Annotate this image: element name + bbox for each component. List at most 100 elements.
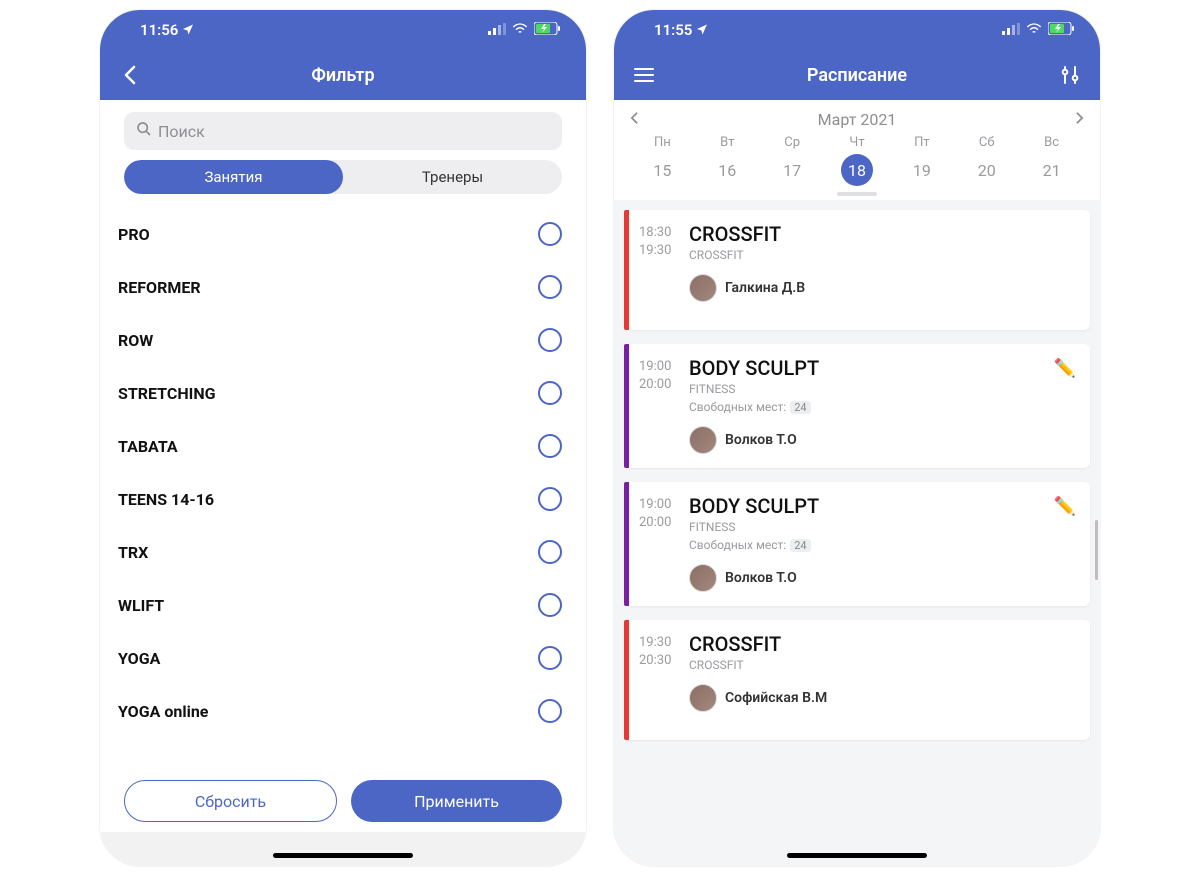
calendar-handle[interactable] bbox=[837, 192, 877, 196]
filter-item[interactable]: TRX bbox=[116, 526, 570, 579]
battery-icon bbox=[534, 21, 560, 39]
calendar-day[interactable]: Чт 18 bbox=[825, 135, 890, 186]
prev-month-button[interactable] bbox=[630, 110, 639, 129]
footer bbox=[100, 832, 586, 866]
class-end: 20:30 bbox=[639, 652, 687, 670]
class-content: CROSSFIT CROSSFIT Галкина Д.В bbox=[687, 210, 1090, 330]
filter-item[interactable]: WLIFT bbox=[116, 579, 570, 632]
class-start: 19:30 bbox=[639, 634, 687, 652]
status-time: 11:56 bbox=[140, 21, 178, 39]
filter-item[interactable]: YOGA bbox=[116, 632, 570, 685]
phone-filter: 11:56 Фильтр Поиск bbox=[100, 10, 586, 866]
nav-bar-filter: Фильтр bbox=[100, 50, 586, 100]
slots-value: 24 bbox=[790, 401, 810, 414]
menu-button[interactable] bbox=[632, 68, 656, 82]
filter-item-label: TABATA bbox=[118, 437, 178, 456]
chevron-right-icon bbox=[1075, 111, 1084, 125]
home-indicator[interactable] bbox=[787, 853, 927, 858]
filter-item-label: STRETCHING bbox=[118, 384, 216, 403]
class-content: BODY SCULPTFITNESSСвободных мест:24Волко… bbox=[687, 344, 1090, 468]
filter-item-radio[interactable] bbox=[538, 646, 562, 670]
class-trainer: Галкина Д.В bbox=[689, 274, 1078, 302]
segment-control: Занятия Тренеры bbox=[124, 160, 562, 194]
calendar-month: Март 2021 bbox=[818, 110, 897, 129]
avatar bbox=[689, 564, 717, 592]
pencil-icon[interactable]: ✏️ bbox=[1054, 358, 1076, 379]
calendar-day-number: 18 bbox=[841, 154, 873, 186]
class-list[interactable]: 18:3019:30CROSSFITCROSSFITГалкина Д.В19:… bbox=[614, 200, 1100, 832]
apply-button[interactable]: Применить bbox=[351, 780, 562, 822]
class-end: 20:00 bbox=[639, 376, 687, 394]
calendar-day[interactable]: Вт16 bbox=[695, 135, 760, 186]
filter-item[interactable]: PRO bbox=[116, 208, 570, 261]
class-start: 19:00 bbox=[639, 496, 687, 514]
class-start: 19:00 bbox=[639, 358, 687, 376]
calendar-week: Пн15Вт16Ср17 Чт 18 Пт 19 Сб20Вс21 bbox=[630, 135, 1084, 186]
class-end: 20:00 bbox=[639, 514, 687, 532]
filter-item-label: YOGA bbox=[118, 649, 160, 668]
search-input[interactable]: Поиск bbox=[124, 112, 562, 150]
avatar bbox=[689, 684, 717, 712]
class-card[interactable]: 18:3019:30CROSSFIT CROSSFIT Галкина Д.В bbox=[624, 210, 1090, 330]
pencil-icon[interactable]: ✏️ bbox=[1054, 496, 1076, 517]
calendar-dow: Чт bbox=[849, 135, 864, 150]
class-times: 19:0020:00 bbox=[629, 482, 687, 606]
filter-item-radio[interactable] bbox=[538, 275, 562, 299]
calendar-day[interactable]: Пн15 bbox=[630, 135, 695, 186]
filter-item-label: WLIFT bbox=[118, 596, 164, 615]
class-subtitle: CROSSFIT bbox=[689, 248, 1078, 262]
class-title: CROSSFIT bbox=[689, 632, 1078, 656]
segment-trainers[interactable]: Тренеры bbox=[343, 160, 562, 194]
segment-classes[interactable]: Занятия bbox=[124, 160, 343, 194]
filter-item-radio[interactable] bbox=[538, 328, 562, 352]
wifi-icon bbox=[512, 21, 528, 39]
filter-item-radio[interactable] bbox=[538, 540, 562, 564]
reset-button[interactable]: Сбросить bbox=[124, 780, 337, 822]
signal-icon bbox=[1002, 21, 1020, 39]
calendar-day[interactable]: Ср17 bbox=[760, 135, 825, 186]
class-card[interactable]: 19:0020:00BODY SCULPTFITNESSСвободных ме… bbox=[624, 344, 1090, 468]
filter-item-radio[interactable] bbox=[538, 434, 562, 458]
filter-item-label: TEENS 14-16 bbox=[118, 490, 214, 509]
filter-item-radio[interactable] bbox=[538, 381, 562, 405]
class-times: 18:3019:30 bbox=[629, 210, 687, 330]
next-month-button[interactable] bbox=[1075, 110, 1084, 129]
class-trainer: Волков Т.О bbox=[689, 564, 1078, 592]
filter-item-label: REFORMER bbox=[118, 278, 201, 297]
filter-item[interactable]: STRETCHING bbox=[116, 367, 570, 420]
filter-item-label: YOGA online bbox=[118, 702, 208, 721]
schedule-body: Март 2021 Пн15Вт16Ср17 Чт 18 Пт 19 Сб20Вс21 1… bbox=[614, 100, 1100, 866]
class-start: 18:30 bbox=[639, 224, 687, 242]
class-card[interactable]: 19:0020:00BODY SCULPTFITNESSСвободных ме… bbox=[624, 482, 1090, 606]
filter-list: PRO REFORMER ROW STRETCHING TABATA TEENS 14-1… bbox=[116, 208, 570, 770]
avatar bbox=[689, 274, 717, 302]
scrollbar-indicator bbox=[1095, 520, 1098, 580]
filter-item[interactable]: REFORMER bbox=[116, 261, 570, 314]
status-time: 11:55 bbox=[654, 21, 692, 39]
calendar-day-number: 19 bbox=[906, 154, 938, 186]
filter-item[interactable]: TABATA bbox=[116, 420, 570, 473]
calendar-dow: Пт bbox=[914, 135, 930, 150]
home-indicator[interactable] bbox=[273, 853, 413, 858]
calendar-dow: Сб bbox=[979, 135, 995, 150]
signal-icon bbox=[488, 21, 506, 39]
class-subtitle: CROSSFIT bbox=[689, 658, 1078, 672]
calendar-day[interactable]: Вс21 bbox=[1019, 135, 1084, 186]
avatar bbox=[689, 426, 717, 454]
back-button[interactable] bbox=[118, 65, 142, 85]
filter-item-radio[interactable] bbox=[538, 699, 562, 723]
calendar-day[interactable]: Сб20 bbox=[954, 135, 1019, 186]
filter-item-label: PRO bbox=[118, 225, 150, 244]
slots-label: Свободных мест: bbox=[689, 538, 786, 552]
filter-item[interactable]: ROW bbox=[116, 314, 570, 367]
calendar-day[interactable]: Пт 19 bbox=[889, 135, 954, 186]
filter-button[interactable] bbox=[1058, 66, 1082, 84]
class-content: BODY SCULPTFITNESSСвободных мест:24Волко… bbox=[687, 482, 1090, 606]
filter-item[interactable]: YOGA online bbox=[116, 685, 570, 738]
class-card[interactable]: 19:3020:30CROSSFITCROSSFITСофийская В.М bbox=[624, 620, 1090, 740]
filter-item-radio[interactable] bbox=[538, 593, 562, 617]
filter-item[interactable]: TEENS 14-16 bbox=[116, 473, 570, 526]
filter-item-radio[interactable] bbox=[538, 222, 562, 246]
class-title: CROSSFIT bbox=[689, 222, 1078, 246]
filter-item-radio[interactable] bbox=[538, 487, 562, 511]
